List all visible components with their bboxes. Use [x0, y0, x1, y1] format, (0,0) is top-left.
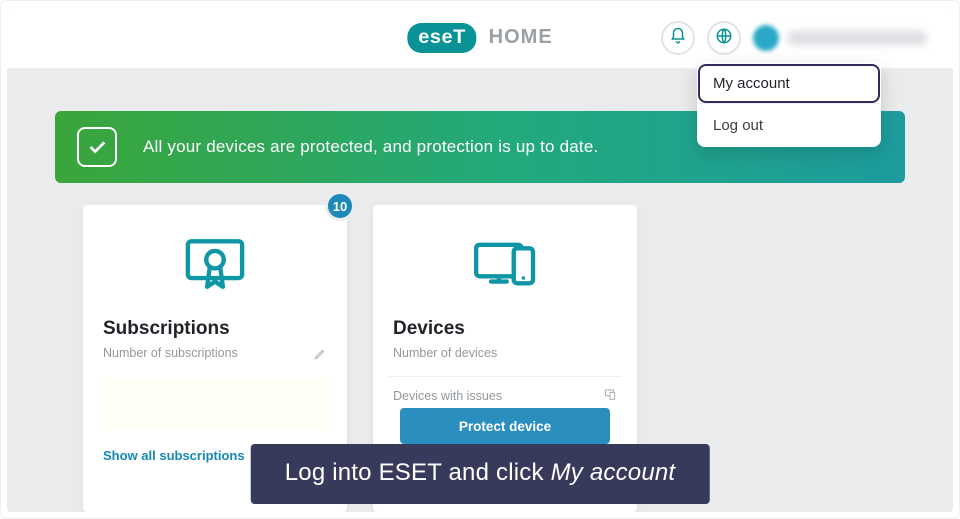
- subscriptions-title: Subscriptions: [103, 318, 327, 340]
- caption-em: My account: [551, 459, 676, 486]
- menu-my-account[interactable]: My account: [700, 66, 878, 101]
- protect-device-button[interactable]: Protect device: [400, 408, 610, 444]
- status-check-icon: [77, 127, 117, 167]
- devices-subtitle: Number of devices: [393, 346, 617, 360]
- card-divider: [389, 376, 621, 377]
- top-bar: eseT HOME: [7, 7, 953, 69]
- language-button[interactable]: [707, 21, 741, 55]
- instruction-caption: Log into ESET and click My account: [251, 444, 710, 504]
- brand-home-label: HOME: [489, 26, 553, 49]
- bell-icon: [669, 27, 687, 50]
- app-window: eseT HOME: [7, 7, 953, 512]
- screenshot-frame: eseT HOME: [0, 0, 960, 519]
- subscriptions-subtitle: Number of subscriptions: [103, 346, 238, 360]
- top-right-controls: [661, 21, 927, 55]
- globe-icon: [715, 27, 733, 50]
- certificate-icon: [180, 229, 250, 304]
- profile-dropdown: My account Log out: [697, 62, 881, 147]
- brand-logo[interactable]: eseT HOME: [407, 23, 552, 53]
- eset-wordmark: eseT: [407, 23, 476, 53]
- subscriptions-value-blurred: [103, 378, 327, 430]
- devices-icon: [470, 229, 540, 304]
- menu-log-out[interactable]: Log out: [697, 106, 881, 145]
- notifications-button[interactable]: [661, 21, 695, 55]
- caption-text: Log into ESET and click: [285, 459, 551, 486]
- devices-title: Devices: [393, 318, 617, 340]
- subscriptions-count-badge: 10: [325, 191, 355, 221]
- devices-issues-label: Devices with issues: [393, 389, 502, 403]
- status-text: All your devices are protected, and prot…: [143, 137, 598, 157]
- devices-issues-icon: [603, 387, 617, 404]
- menu-separator: [697, 103, 881, 104]
- profile-menu-trigger[interactable]: [753, 25, 927, 51]
- avatar: [753, 25, 779, 51]
- edit-icon[interactable]: [313, 347, 327, 364]
- profile-name-blurred: [787, 31, 927, 45]
